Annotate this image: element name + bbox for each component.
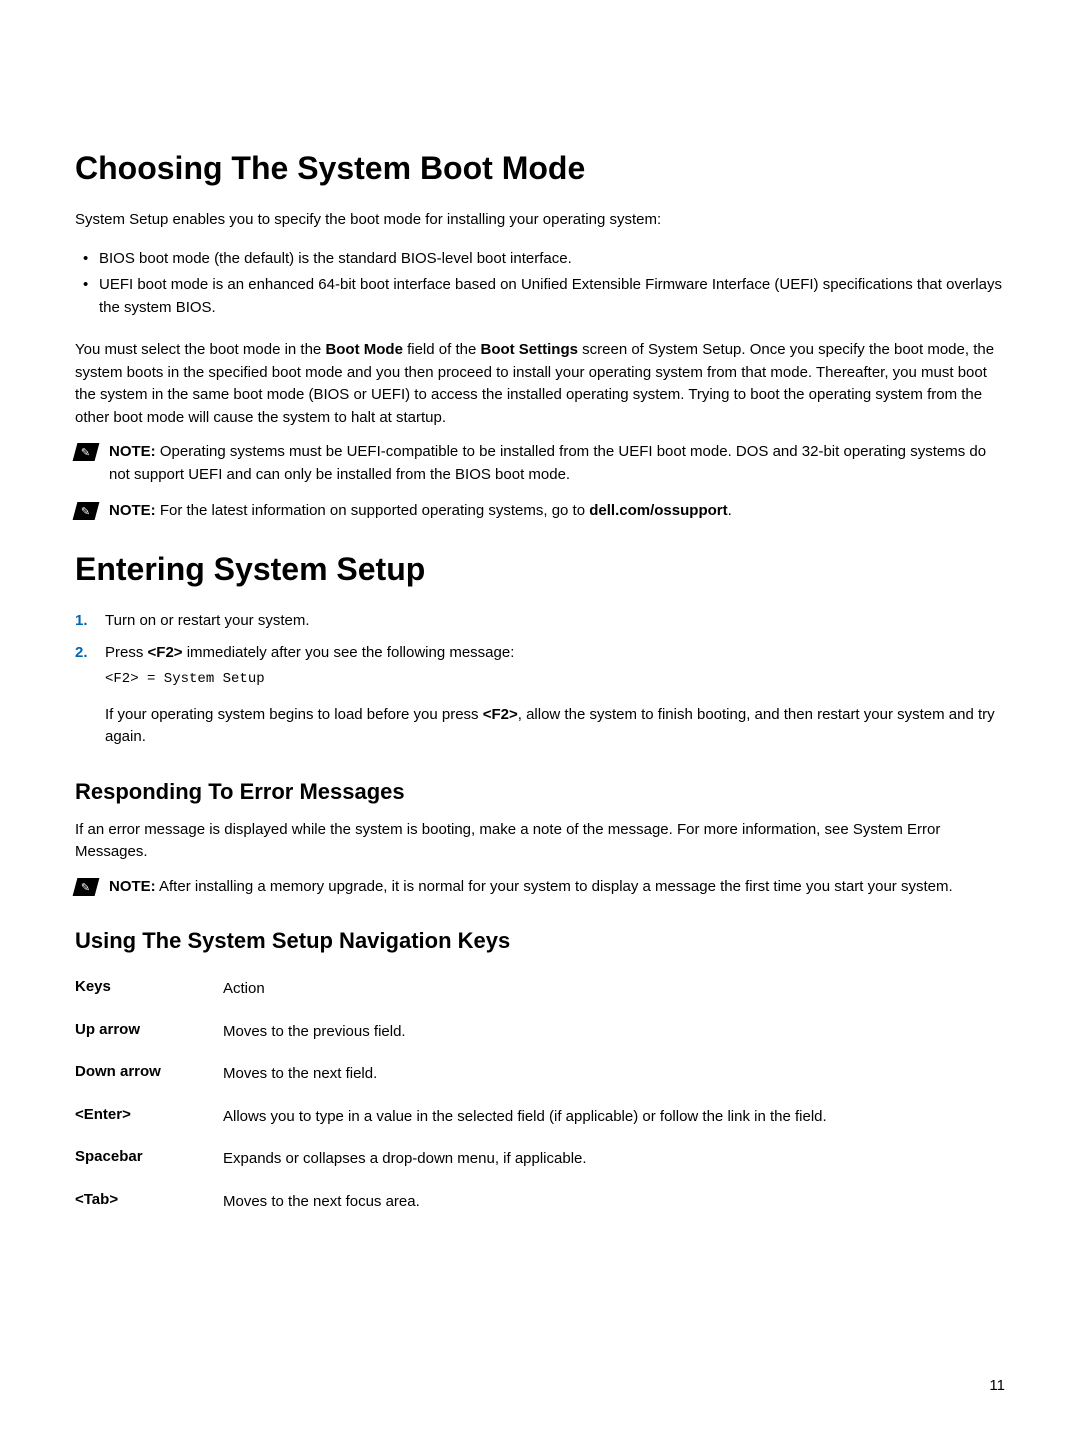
table-row: Up arrow Moves to the previous field.	[75, 1011, 1005, 1054]
text-fragment: field of the	[403, 341, 481, 358]
text-fragment: Operating systems must be UEFI-compatibl…	[109, 443, 986, 483]
heading-responding-to-error-messages: Responding To Error Messages	[75, 779, 1005, 805]
step-number: 2.	[75, 642, 88, 665]
note-block: ✎ NOTE: For the latest information on su…	[75, 500, 1005, 523]
key-action: Allows you to type in a value in the sel…	[223, 1106, 827, 1129]
text-fragment: After installing a memory upgrade, it is…	[156, 878, 953, 895]
text-fragment: You must select the boot mode in the	[75, 341, 325, 358]
intro-paragraph: System Setup enables you to specify the …	[75, 209, 1005, 232]
bold-boot-mode: Boot Mode	[325, 341, 402, 358]
text-fragment: For the latest information on supported …	[156, 502, 590, 519]
step-sub-paragraph: If your operating system begins to load …	[105, 704, 1005, 749]
page-number: 11	[989, 1377, 1005, 1394]
table-header-keys: Keys	[75, 978, 223, 1001]
key-f2: <F2>	[148, 644, 183, 661]
note-icon: ✎	[73, 443, 100, 461]
table-row: Down arrow Moves to the next field.	[75, 1053, 1005, 1096]
note-text: NOTE: For the latest information on supp…	[109, 500, 732, 523]
table-header-row: Keys Action	[75, 968, 1005, 1011]
text-fragment: Press	[105, 644, 148, 661]
table-row: <Enter> Allows you to type in a value in…	[75, 1096, 1005, 1139]
key-action: Moves to the next focus area.	[223, 1191, 420, 1214]
error-messages-paragraph: If an error message is displayed while t…	[75, 819, 1005, 864]
heading-choosing-boot-mode: Choosing The System Boot Mode	[75, 150, 1005, 187]
note-icon: ✎	[73, 502, 100, 520]
support-link: dell.com/ossupport	[589, 502, 727, 519]
table-header-action: Action	[223, 978, 265, 1001]
key-action: Moves to the next field.	[223, 1063, 377, 1086]
heading-entering-system-setup: Entering System Setup	[75, 551, 1005, 588]
key-f2: <F2>	[483, 706, 518, 723]
bullet-item: UEFI boot mode is an enhanced 64-bit boo…	[75, 274, 1005, 319]
step-item: 1. Turn on or restart your system.	[75, 610, 1005, 633]
step-number: 1.	[75, 610, 88, 633]
text-fragment: immediately after you see the following …	[183, 644, 515, 661]
table-row: Spacebar Expands or collapses a drop-dow…	[75, 1138, 1005, 1181]
note-block: ✎ NOTE: Operating systems must be UEFI-c…	[75, 441, 1005, 486]
key-name: <Enter>	[75, 1106, 223, 1129]
step-text: Turn on or restart your system.	[105, 612, 310, 629]
key-action: Moves to the previous field.	[223, 1021, 406, 1044]
key-action: Expands or collapses a drop-down menu, i…	[223, 1148, 587, 1171]
key-name: Down arrow	[75, 1063, 223, 1086]
note-text: NOTE: Operating systems must be UEFI-com…	[109, 441, 1005, 486]
boot-mode-bullet-list: BIOS boot mode (the default) is the stan…	[75, 248, 1005, 320]
note-label: NOTE:	[109, 878, 156, 895]
note-text: NOTE: After installing a memory upgrade,…	[109, 876, 953, 899]
table-row: <Tab> Moves to the next focus area.	[75, 1181, 1005, 1224]
setup-steps-list: 1. Turn on or restart your system. 2. Pr…	[75, 610, 1005, 749]
text-fragment: If your operating system begins to load …	[105, 706, 483, 723]
navigation-keys-table: Keys Action Up arrow Moves to the previo…	[75, 968, 1005, 1223]
note-label: NOTE:	[109, 502, 156, 519]
text-fragment: .	[728, 502, 732, 519]
bold-boot-settings: Boot Settings	[480, 341, 578, 358]
key-name: Up arrow	[75, 1021, 223, 1044]
key-name: <Tab>	[75, 1191, 223, 1214]
bullet-item: BIOS boot mode (the default) is the stan…	[75, 248, 1005, 271]
step-item: 2. Press <F2> immediately after you see …	[75, 642, 1005, 749]
boot-mode-paragraph: You must select the boot mode in the Boo…	[75, 339, 1005, 429]
note-label: NOTE:	[109, 443, 156, 460]
note-icon: ✎	[73, 878, 100, 896]
note-block: ✎ NOTE: After installing a memory upgrad…	[75, 876, 1005, 899]
key-name: Spacebar	[75, 1148, 223, 1171]
heading-navigation-keys: Using The System Setup Navigation Keys	[75, 928, 1005, 954]
code-text: <F2> = System Setup	[105, 669, 1005, 690]
